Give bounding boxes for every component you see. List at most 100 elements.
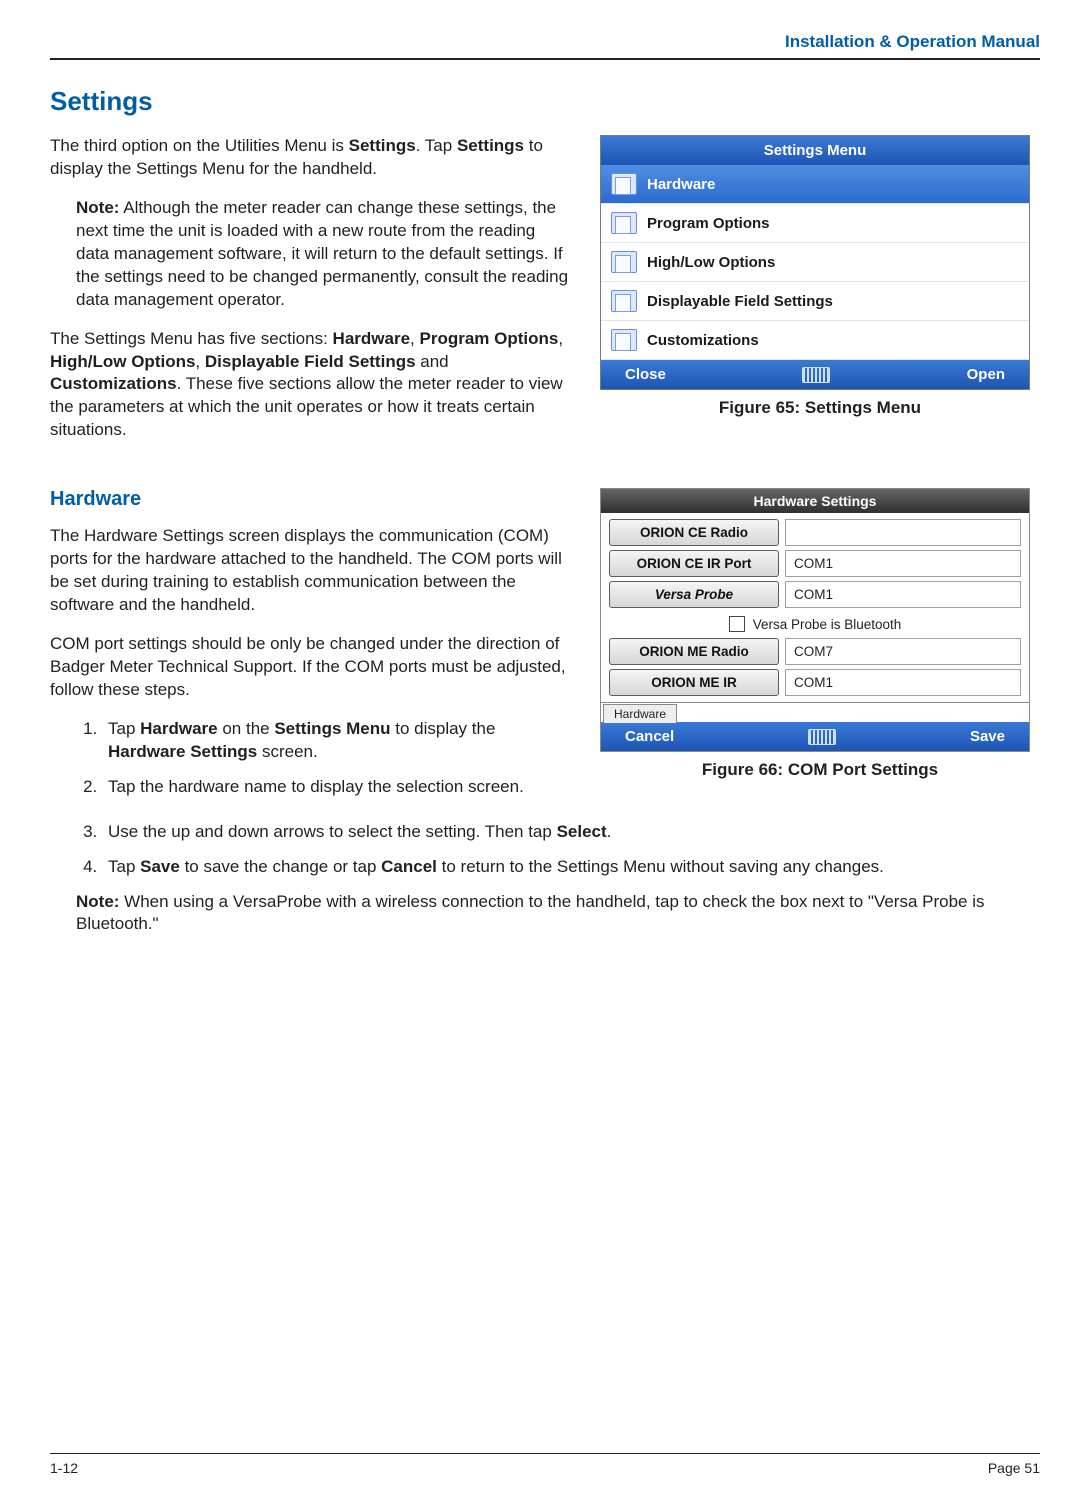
menu-item-label: Customizations: [647, 332, 759, 349]
figure-65-caption: Figure 65: Settings Menu: [600, 398, 1040, 418]
step-4: Tap Save to save the change or tap Cance…: [102, 856, 1040, 879]
keyboard-icon[interactable]: [802, 367, 830, 383]
menu-item-program-options[interactable]: Program Options: [601, 204, 1029, 243]
step-2: Tap the hardware name to display the sel…: [102, 776, 572, 799]
intro-note: Note: Although the meter reader can chan…: [76, 197, 572, 312]
hardware-note: Note: When using a VersaProbe with a wir…: [76, 891, 1040, 937]
text-bold: Displayable Field Settings: [205, 352, 416, 371]
text-bold: Cancel: [381, 857, 437, 876]
hw-value[interactable]: COM1: [785, 550, 1021, 577]
menu-item-label: Program Options: [647, 215, 770, 232]
settings-menu-list: Hardware Program Options High/Low Option…: [601, 165, 1029, 360]
menu-item-label: Displayable Field Settings: [647, 293, 833, 310]
text-bold: Settings: [457, 136, 524, 155]
text-bold: Customizations: [50, 374, 177, 393]
text: The third option on the Utilities Menu i…: [50, 136, 349, 155]
folder-icon: [611, 251, 637, 273]
settings-menu-screenshot: Settings Menu Hardware Program Options H…: [600, 135, 1030, 390]
figure-66-caption: Figure 66: COM Port Settings: [600, 760, 1040, 780]
subsection-title-hardware: Hardware: [50, 488, 572, 511]
hw-value[interactable]: COM1: [785, 581, 1021, 608]
hw-row-orion-me-ir: ORION ME IR COM1: [609, 669, 1021, 696]
menu-item-displayable-field-settings[interactable]: Displayable Field Settings: [601, 282, 1029, 321]
softkey-bar: Cancel Save: [601, 722, 1029, 751]
folder-icon: [611, 329, 637, 351]
text: ,: [195, 352, 204, 371]
keyboard-icon[interactable]: [808, 729, 836, 745]
text-bold: High/Low Options: [50, 352, 195, 371]
softkey-cancel[interactable]: Cancel: [625, 728, 674, 745]
note-body: Although the meter reader can change the…: [76, 198, 568, 309]
hw-button-orion-ce-ir-port[interactable]: ORION CE IR Port: [609, 550, 779, 577]
hw-value[interactable]: [785, 519, 1021, 546]
note-label: Note:: [76, 198, 119, 217]
hw-checkbox-row: Versa Probe is Bluetooth: [609, 612, 1021, 638]
menu-item-label: High/Low Options: [647, 254, 775, 271]
manual-header: Installation & Operation Manual: [50, 32, 1040, 52]
text: The Settings Menu has five sections:: [50, 329, 333, 348]
hw-row-orion-me-radio: ORION ME Radio COM7: [609, 638, 1021, 665]
text: . Tap: [416, 136, 457, 155]
hw-button-orion-ce-radio[interactable]: ORION CE Radio: [609, 519, 779, 546]
text: to save the change or tap: [180, 857, 381, 876]
text: ,: [558, 329, 563, 348]
hw-button-orion-me-ir[interactable]: ORION ME IR: [609, 669, 779, 696]
text-bold: Program Options: [419, 329, 558, 348]
tab-hardware[interactable]: Hardware: [603, 704, 677, 723]
text: and: [416, 352, 449, 371]
softkey-save[interactable]: Save: [970, 728, 1005, 745]
hw-row-orion-ce-ir-port: ORION CE IR Port COM1: [609, 550, 1021, 577]
hw-button-orion-me-radio[interactable]: ORION ME Radio: [609, 638, 779, 665]
device-titlebar: Settings Menu: [601, 136, 1029, 165]
checkbox-versa-probe-bluetooth[interactable]: [729, 616, 745, 632]
hardware-paragraph-2: COM port settings should be only be chan…: [50, 633, 572, 702]
hw-row-versa-probe: Versa Probe COM1: [609, 581, 1021, 608]
section-title-settings: Settings: [50, 86, 1040, 117]
text: Use the up and down arrows to select the…: [108, 822, 557, 841]
text: .: [607, 822, 612, 841]
note-label: Note:: [76, 892, 119, 911]
step-3: Use the up and down arrows to select the…: [102, 821, 1040, 844]
hardware-paragraph-1: The Hardware Settings screen displays th…: [50, 525, 572, 617]
device-titlebar: Hardware Settings: [601, 489, 1029, 513]
hw-value[interactable]: COM1: [785, 669, 1021, 696]
text-bold: Settings: [349, 136, 416, 155]
menu-item-customizations[interactable]: Customizations: [601, 321, 1029, 360]
softkey-open[interactable]: Open: [967, 366, 1005, 383]
folder-icon: [611, 173, 637, 195]
text: Tap: [108, 857, 140, 876]
checkbox-label: Versa Probe is Bluetooth: [753, 617, 902, 632]
text: Tap: [108, 719, 140, 738]
note-body: When using a VersaProbe with a wireless …: [76, 892, 985, 934]
footer-left: 1-12: [50, 1460, 78, 1476]
text: to display the: [391, 719, 496, 738]
hw-button-versa-probe[interactable]: Versa Probe: [609, 581, 779, 608]
text-bold: Hardware: [333, 329, 410, 348]
text-bold: Settings Menu: [274, 719, 390, 738]
text: on the: [218, 719, 275, 738]
hardware-steps-continued: Use the up and down arrows to select the…: [102, 821, 1040, 879]
softkey-close[interactable]: Close: [625, 366, 666, 383]
footer-right: Page 51: [988, 1460, 1040, 1476]
hw-value[interactable]: COM7: [785, 638, 1021, 665]
step-1: Tap Hardware on the Settings Menu to dis…: [102, 718, 572, 764]
text-bold: Hardware Settings: [108, 742, 257, 761]
intro-paragraph-1: The third option on the Utilities Menu i…: [50, 135, 572, 181]
folder-icon: [611, 212, 637, 234]
hw-tabs: Hardware: [601, 702, 1029, 722]
text: screen.: [257, 742, 317, 761]
menu-item-hardware[interactable]: Hardware: [601, 165, 1029, 204]
hardware-steps: Tap Hardware on the Settings Menu to dis…: [102, 718, 572, 799]
softkey-bar: Close Open: [601, 360, 1029, 389]
folder-icon: [611, 290, 637, 312]
text-bold: Save: [140, 857, 180, 876]
text-bold: Hardware: [140, 719, 217, 738]
hw-row-orion-ce-radio: ORION CE Radio: [609, 519, 1021, 546]
text: to return to the Settings Menu without s…: [437, 857, 884, 876]
menu-item-label: Hardware: [647, 176, 715, 193]
header-rule: [50, 58, 1040, 60]
hardware-settings-screenshot: Hardware Settings ORION CE Radio ORION C…: [600, 488, 1030, 752]
page-footer: 1-12 Page 51: [50, 1453, 1040, 1476]
text-bold: Select: [557, 822, 607, 841]
menu-item-highlow-options[interactable]: High/Low Options: [601, 243, 1029, 282]
